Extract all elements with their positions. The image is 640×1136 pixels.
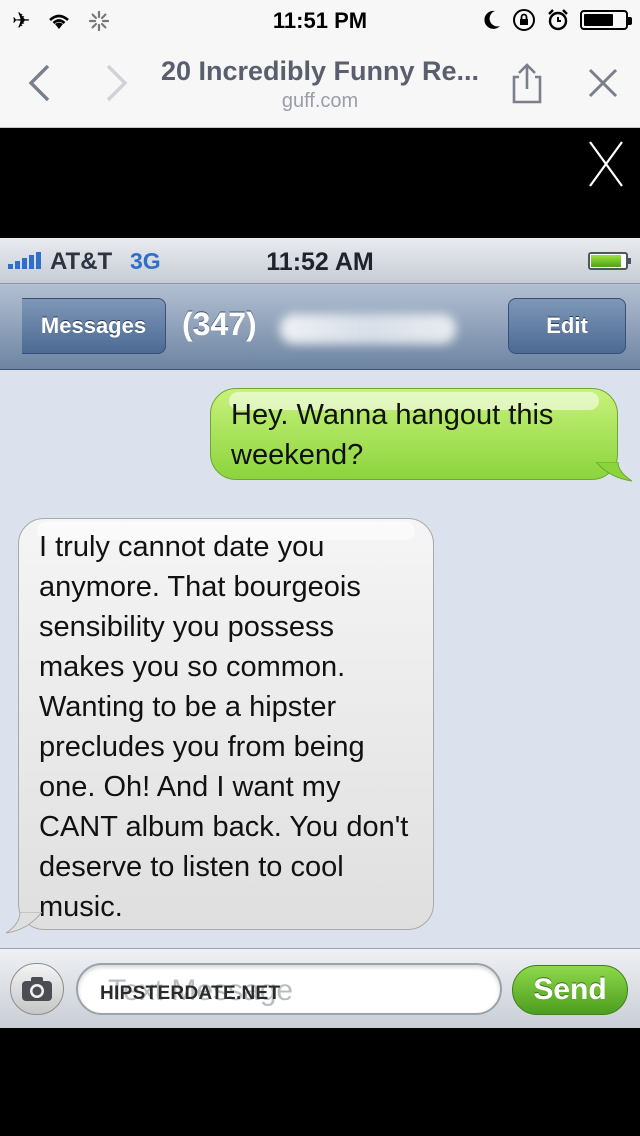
- received-message-bubble: I truly cannot date you anymore. That bo…: [18, 518, 434, 930]
- chevron-right-icon: [106, 64, 128, 102]
- battery-icon: [588, 252, 631, 270]
- rotation-lock-icon: [513, 9, 535, 31]
- received-message-text: I truly cannot date you anymore. That bo…: [39, 531, 409, 923]
- send-button: Send: [512, 965, 628, 1015]
- status-bar: ✈ 11:51 PM: [0, 0, 640, 40]
- share-icon: [512, 63, 542, 104]
- back-button[interactable]: [14, 58, 64, 108]
- embedded-time: 11:52 AM: [266, 248, 374, 276]
- received-bubble-tail: [5, 912, 42, 934]
- browser-chrome: ✈ 11:51 PM 20 Incredibly Funny Re... guf…: [0, 0, 640, 128]
- sent-message-bubble: Hey. Wanna hangout this weekend?: [210, 388, 618, 480]
- camera-icon: [22, 977, 52, 1001]
- sent-bubble-tail: [596, 462, 633, 482]
- redacted-number-blur: [280, 314, 456, 344]
- camera-button: [10, 963, 64, 1015]
- watermark-label: HIPSTERDATE.NET: [100, 983, 281, 1004]
- battery-icon: [580, 10, 632, 30]
- moon-icon: [484, 10, 500, 29]
- message-input-bar: Text Message HIPSTERDATE.NET Send: [0, 948, 640, 1028]
- alarm-icon: [548, 9, 568, 31]
- share-button[interactable]: [502, 58, 552, 108]
- sent-message-text: Hey. Wanna hangout this weekend?: [231, 399, 554, 471]
- close-icon: [589, 141, 623, 187]
- close-tab-button[interactable]: [578, 58, 628, 108]
- status-right-icons: [482, 8, 632, 32]
- close-icon: [588, 68, 618, 98]
- chevron-left-icon: [28, 64, 50, 102]
- embedded-status-bar: AT&T 3G 11:52 AM: [0, 238, 640, 284]
- messages-back-label: Messages: [40, 313, 147, 338]
- messages-screenshot-image: AT&T 3G 11:52 AM Messages (347) Edit Hey…: [0, 238, 640, 1028]
- messages-back-button: Messages: [22, 298, 166, 354]
- overlay-close-button[interactable]: [586, 140, 626, 188]
- page-domain: guff.com: [281, 90, 359, 112]
- text-message-field: Text Message HIPSTERDATE.NET: [76, 963, 502, 1015]
- messages-nav-bar: Messages (347) Edit: [0, 284, 640, 370]
- edit-button: Edit: [508, 298, 626, 354]
- page-title[interactable]: 20 Incredibly Funny Re...: [130, 56, 510, 87]
- contact-number: (347): [182, 306, 257, 342]
